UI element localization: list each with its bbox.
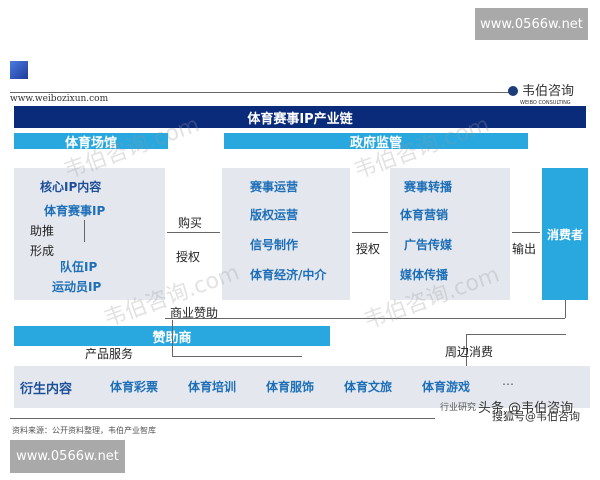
copyright-operation: 版权运营 [250, 208, 299, 222]
consumer-box: 消费者 [542, 168, 588, 300]
apparel: 体育服饰 [266, 380, 315, 394]
core-ip-box: 核心IP内容 体育赛事IP 助推 形成 队伍IP 运动员IP [14, 168, 165, 300]
arrow-license [352, 232, 388, 233]
peripheral-line-v [565, 300, 566, 318]
license-label-2: 授权 [356, 242, 381, 256]
advertising: 广告传媒 [404, 238, 453, 252]
peripheral-label: 周边消费 [445, 345, 494, 359]
sports-agency: 体育经济/中介 [250, 268, 327, 282]
output-label: 输出 [512, 242, 537, 256]
footer-right: 行业研究 [440, 403, 477, 413]
arrow-buy [167, 232, 220, 233]
buy-label: 购买 [178, 216, 203, 230]
training: 体育培训 [188, 380, 237, 394]
watermark-bottom: www.0566w.net [10, 440, 125, 473]
header-rule [10, 92, 510, 93]
sohu-watermark: 搜狐号@韦伯咨询 [492, 410, 580, 423]
product-service-label: 产品服务 [85, 347, 134, 361]
event-ip: 体育赛事IP [44, 204, 106, 218]
signal-production: 信号制作 [250, 238, 299, 252]
athlete-ip: 运动员IP [52, 280, 102, 294]
source-note: 资料来源：公开资料整理，韦伯产业智库 [12, 426, 156, 435]
lottery: 体育彩票 [110, 380, 159, 394]
product-line-h [172, 356, 302, 357]
title-bar: 体育赛事IP产业链 [14, 106, 586, 128]
corner-square [10, 61, 28, 79]
arrow-down [84, 220, 85, 242]
games: 体育游戏 [422, 380, 471, 394]
logo-dot-icon [508, 86, 518, 96]
derivative-label: 衍生内容 [20, 382, 73, 397]
product-line-v [172, 320, 173, 356]
site-url: www.weibozixun.com [10, 94, 109, 104]
peripheral-line-h [466, 334, 566, 335]
tourism: 体育文旅 [344, 380, 393, 394]
team-ip: 队伍IP [60, 260, 98, 274]
more: … [502, 374, 514, 388]
arrow-output [512, 232, 540, 233]
license-label-1: 授权 [176, 250, 201, 264]
event-operation: 赛事运营 [250, 180, 299, 194]
form-label: 形成 [30, 244, 55, 258]
footer-rule [10, 418, 435, 419]
marketing: 体育营销 [400, 208, 449, 222]
boost-label: 助推 [30, 224, 55, 238]
broadcast: 赛事转播 [404, 180, 453, 194]
watermark-top: www.0566w.net [475, 8, 588, 40]
